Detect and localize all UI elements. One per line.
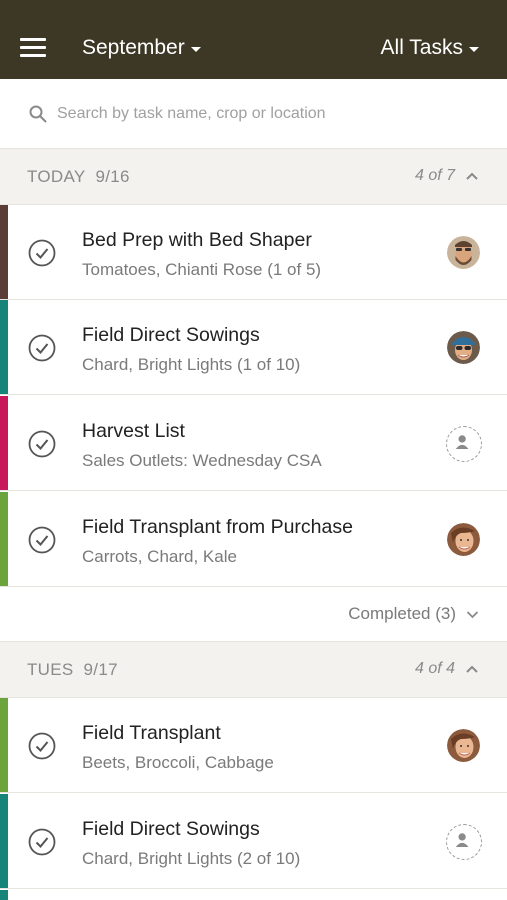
task-title: Field Transplant	[82, 722, 221, 744]
caret-down-icon	[190, 46, 201, 52]
unassigned-avatar-icon[interactable]	[446, 426, 482, 462]
completed-section: Completed (3)	[0, 587, 507, 642]
task-title: Bed Prep with Bed Shaper	[82, 229, 312, 251]
task-row[interactable]: Field Transplant Beets, Broccoli, Cabbag…	[0, 698, 507, 793]
section-title: TODAY 9/16	[27, 167, 130, 187]
section-header-today: TODAY 9/16 4 of 7	[0, 149, 507, 205]
task-subtitle: Beets, Broccoli, Cabbage	[82, 753, 274, 772]
filter-label: All Tasks	[380, 36, 463, 59]
task-title: Field Direct Sowings	[82, 818, 260, 840]
section-count: 4 of 7	[414, 167, 455, 184]
chevron-down-icon	[466, 610, 479, 618]
task-row[interactable]: Bed Prep with Bed Shaper Tomatoes, Chian…	[0, 205, 507, 300]
next-task-stripe	[0, 890, 8, 900]
check-circle-icon[interactable]	[28, 334, 56, 362]
task-subtitle: Chard, Bright Lights (2 of 10)	[82, 849, 301, 868]
task-row[interactable]: Field Direct Sowings Chard, Bright Light…	[0, 794, 507, 889]
check-circle-icon[interactable]	[28, 526, 56, 554]
task-row[interactable]: Field Transplant from Purchase Carrots, …	[0, 492, 507, 587]
section-day: TODAY	[27, 167, 86, 186]
check-circle-icon[interactable]	[28, 732, 56, 760]
task-title: Field Direct Sowings	[82, 324, 260, 346]
completed-label: Completed (3)	[348, 604, 456, 623]
app-header: September All Tasks	[0, 0, 507, 79]
person-icon	[455, 435, 469, 449]
assignee-avatar-icon[interactable]	[447, 729, 480, 762]
crop-color-stripe	[0, 794, 8, 888]
task-subtitle: Chard, Bright Lights (1 of 10)	[82, 355, 301, 374]
month-dropdown[interactable]: September	[82, 36, 201, 60]
check-circle-icon[interactable]	[28, 828, 56, 856]
assignee-avatar-icon[interactable]	[447, 331, 480, 364]
person-icon	[455, 833, 469, 847]
check-circle-icon[interactable]	[28, 430, 56, 458]
crop-color-stripe	[0, 492, 8, 586]
search-input[interactable]	[57, 101, 477, 127]
crop-color-stripe	[0, 396, 8, 490]
section-date: 9/17	[83, 660, 118, 679]
task-subtitle: Carrots, Chard, Kale	[82, 547, 237, 566]
task-subtitle: Tomatoes, Chianti Rose (1 of 5)	[82, 260, 322, 279]
assignee-avatar-icon[interactable]	[447, 236, 480, 269]
task-filter-dropdown[interactable]: All Tasks	[381, 36, 479, 60]
search-icon	[29, 105, 47, 123]
task-row[interactable]: Harvest List Sales Outlets: Wednesday CS…	[0, 396, 507, 491]
crop-color-stripe	[0, 300, 8, 394]
month-label: September	[82, 36, 185, 59]
chevron-up-icon	[466, 172, 478, 180]
chevron-up-icon	[466, 665, 478, 673]
section-collapse-toggle[interactable]: 4 of 7	[415, 167, 479, 185]
task-title: Field Transplant from Purchase	[82, 516, 353, 538]
completed-toggle[interactable]: Completed (3)	[348, 604, 479, 624]
task-title: Harvest List	[82, 420, 185, 442]
section-title: TUES 9/17	[27, 660, 118, 680]
task-subtitle: Sales Outlets: Wednesday CSA	[82, 451, 322, 470]
crop-color-stripe	[0, 698, 8, 792]
search-bar	[0, 79, 507, 149]
section-collapse-toggle[interactable]: 4 of 4	[415, 660, 479, 678]
check-circle-icon[interactable]	[28, 239, 56, 267]
hamburger-menu-icon[interactable]	[20, 38, 48, 60]
crop-color-stripe	[0, 205, 8, 299]
section-header-tues: TUES 9/17 4 of 4	[0, 642, 507, 698]
section-date: 9/16	[95, 167, 130, 186]
assignee-avatar-icon[interactable]	[447, 523, 480, 556]
section-day: TUES	[27, 660, 74, 679]
unassigned-avatar-icon[interactable]	[446, 824, 482, 860]
section-count: 4 of 4	[414, 660, 455, 677]
caret-down-icon	[469, 46, 479, 52]
task-row[interactable]: Field Direct Sowings Chard, Bright Light…	[0, 300, 507, 395]
